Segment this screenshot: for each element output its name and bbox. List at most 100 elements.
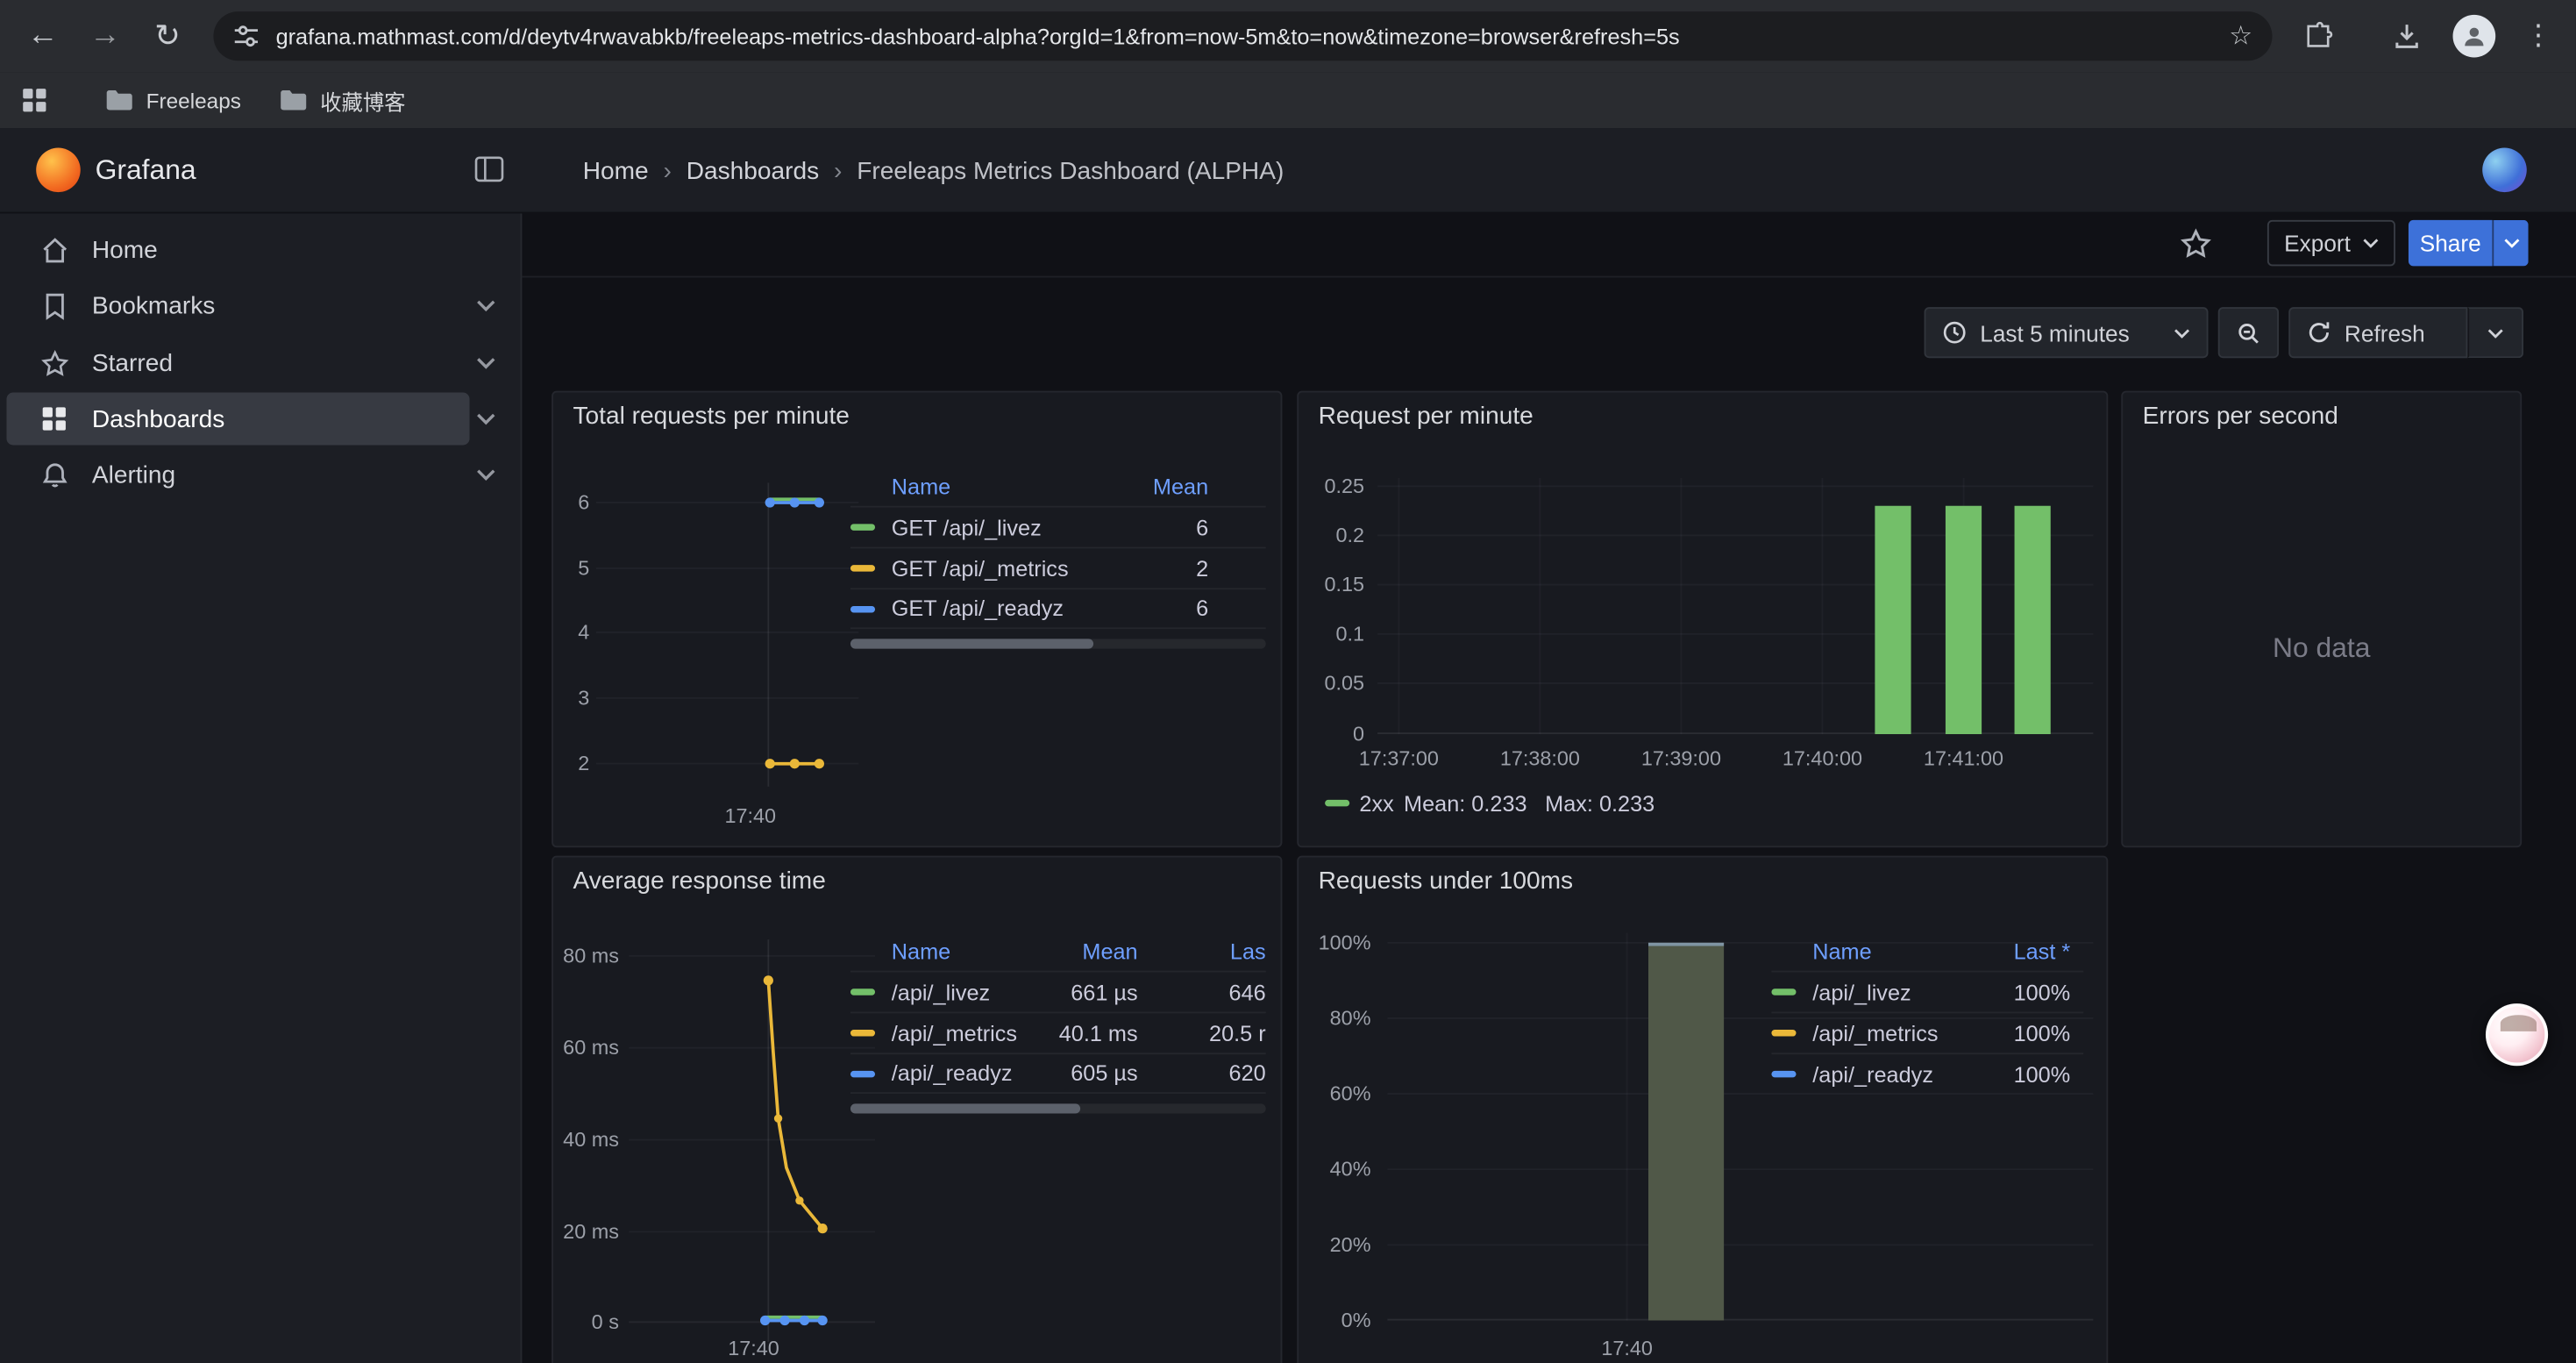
- url-text[interactable]: grafana.mathmast.com/d/deytv4rwavabkb/fr…: [276, 24, 2230, 48]
- series-mean: 6: [1093, 596, 1208, 621]
- series-mean: 605 µs: [1039, 1061, 1137, 1086]
- sidebar-item-label: Alerting: [92, 460, 175, 489]
- series-mean: 2: [1093, 556, 1208, 581]
- share-menu-button[interactable]: [2492, 220, 2528, 266]
- bookmark-label: 收藏博客: [320, 84, 405, 116]
- favorite-star-icon[interactable]: [2181, 228, 2212, 260]
- series-name[interactable]: /api/_livez: [1812, 980, 1972, 1004]
- series-color-blue: [850, 605, 875, 611]
- series-name[interactable]: /api/_metrics: [1812, 1021, 1972, 1045]
- panel-title[interactable]: Errors per second: [2143, 403, 2338, 431]
- panel-title[interactable]: Request per minute: [1319, 403, 1534, 431]
- y-tick: 20%: [1299, 1233, 1370, 1256]
- sidebar-item-alerting[interactable]: Alerting: [6, 448, 469, 501]
- series-name[interactable]: /api/_metrics: [892, 1021, 1040, 1045]
- back-icon[interactable]: ←: [17, 10, 69, 62]
- legend-header-name[interactable]: Name: [892, 938, 1040, 963]
- bell-icon: [39, 460, 69, 489]
- series-color-blue: [850, 1070, 875, 1076]
- series-mean: 6: [1093, 515, 1208, 539]
- series-last: 620: [1138, 1061, 1266, 1086]
- clock-icon: [1942, 320, 1967, 345]
- dashboard-canvas: Export Share Last 5 minutes Refresh: [522, 213, 2575, 1363]
- series-name[interactable]: /api/_readyz: [892, 1061, 1040, 1086]
- sidebar-item-starred[interactable]: Starred: [6, 337, 469, 389]
- bookmark-item[interactable]: Freeleaps: [96, 82, 252, 118]
- panel-title[interactable]: Requests under 100ms: [1319, 867, 1573, 896]
- y-tick: 0.2: [1299, 524, 1364, 546]
- legend-header-mean[interactable]: Mean: [1093, 474, 1208, 498]
- forward-icon[interactable]: →: [79, 10, 132, 62]
- legend-row: /api/_livez 100%: [1771, 971, 2083, 1012]
- sidebar-item-dashboards[interactable]: Dashboards: [6, 393, 469, 446]
- legend-header-name[interactable]: Name: [1812, 938, 1972, 963]
- sidebar-item-home[interactable]: Home: [6, 224, 469, 276]
- legend-header-row: Name Mean Las: [850, 931, 1266, 971]
- y-tick: 6: [553, 491, 589, 514]
- grafana-logo[interactable]: [36, 148, 81, 193]
- legend-row: /api/_livez 661 µs 646: [850, 971, 1266, 1012]
- panel-title[interactable]: Average response time: [573, 867, 826, 896]
- bookmark-icon: [39, 290, 69, 320]
- legend-header-last[interactable]: Last *: [1972, 938, 2070, 963]
- bookmark-item[interactable]: 收藏博客: [269, 82, 416, 118]
- export-button[interactable]: Export: [2267, 220, 2395, 266]
- series-last: 20.5 r: [1138, 1021, 1266, 1045]
- panel-errors-per-second: Errors per second No data: [2121, 391, 2522, 848]
- series-name[interactable]: GET /api/_livez: [892, 515, 1093, 539]
- legend-row: GET /api/_livez 6: [850, 506, 1266, 547]
- breadcrumb-home[interactable]: Home: [583, 157, 649, 185]
- legend-table: Name Mean GET /api/_livez 6 GET /api/_me…: [850, 467, 1266, 629]
- sidebar-item-bookmarks[interactable]: Bookmarks: [6, 279, 469, 332]
- legend-header-last[interactable]: Las: [1138, 938, 1266, 963]
- chevron-down-icon[interactable]: [476, 299, 495, 312]
- browser-profile-avatar[interactable]: [2453, 15, 2496, 58]
- chevron-down-icon[interactable]: [476, 412, 495, 425]
- zoom-out-button[interactable]: [2218, 307, 2279, 358]
- series-name[interactable]: GET /api/_metrics: [892, 556, 1093, 581]
- refresh-interval-button[interactable]: [2467, 307, 2523, 358]
- y-tick: 4: [553, 621, 589, 644]
- apps-grid-icon[interactable]: [21, 87, 47, 113]
- user-avatar[interactable]: [2482, 148, 2527, 193]
- series-last: 100%: [1972, 980, 2070, 1004]
- chevron-down-icon[interactable]: [476, 468, 495, 482]
- legend-header-mean[interactable]: Mean: [1039, 938, 1137, 963]
- time-range-picker[interactable]: Last 5 minutes: [1925, 307, 2209, 358]
- x-tick: 17:39:00: [1624, 747, 1739, 770]
- site-settings-icon[interactable]: [233, 23, 260, 49]
- breadcrumb-dashboards[interactable]: Dashboards: [687, 157, 819, 185]
- series-name[interactable]: /api/_livez: [892, 980, 1040, 1004]
- series-mean: 40.1 ms: [1039, 1021, 1137, 1045]
- legend-scrollbar[interactable]: [850, 1103, 1266, 1113]
- extensions-icon[interactable]: [2292, 10, 2345, 62]
- browser-menu-icon[interactable]: ⋮: [2512, 10, 2565, 62]
- home-icon: [39, 235, 69, 265]
- series-name[interactable]: 2xx: [1359, 791, 1393, 816]
- legend-scrollbar[interactable]: [850, 639, 1266, 648]
- legend-row: /api/_readyz 605 µs 620: [850, 1053, 1266, 1094]
- bookmark-star-icon[interactable]: ☆: [2229, 19, 2252, 52]
- series-color-yellow: [850, 1030, 875, 1036]
- download-icon[interactable]: [2380, 10, 2433, 62]
- refresh-button[interactable]: Refresh: [2288, 307, 2467, 358]
- scrollbar-thumb[interactable]: [850, 639, 1093, 648]
- series-color-green: [850, 524, 875, 530]
- series-color-blue: [1771, 1071, 1796, 1077]
- assistant-avatar[interactable]: [2486, 1003, 2548, 1066]
- share-button[interactable]: Share: [2409, 220, 2492, 266]
- legend-row: /api/_readyz 100%: [1771, 1053, 2083, 1094]
- series-name[interactable]: /api/_readyz: [1812, 1062, 1972, 1087]
- url-bar[interactable]: grafana.mathmast.com/d/deytv4rwavabkb/fr…: [213, 11, 2272, 61]
- y-tick: 20 ms: [553, 1220, 619, 1243]
- series-color-yellow: [850, 565, 875, 571]
- brand-title[interactable]: Grafana: [96, 128, 196, 213]
- sidebar-toggle-icon[interactable]: [474, 156, 504, 182]
- scrollbar-thumb[interactable]: [850, 1103, 1080, 1113]
- y-tick: 40%: [1299, 1158, 1370, 1181]
- series-name[interactable]: GET /api/_readyz: [892, 596, 1093, 621]
- reload-icon[interactable]: ↻: [141, 10, 194, 62]
- legend-header-name[interactable]: Name: [892, 474, 1093, 498]
- chevron-down-icon[interactable]: [476, 356, 495, 369]
- panel-title[interactable]: Total requests per minute: [573, 403, 850, 431]
